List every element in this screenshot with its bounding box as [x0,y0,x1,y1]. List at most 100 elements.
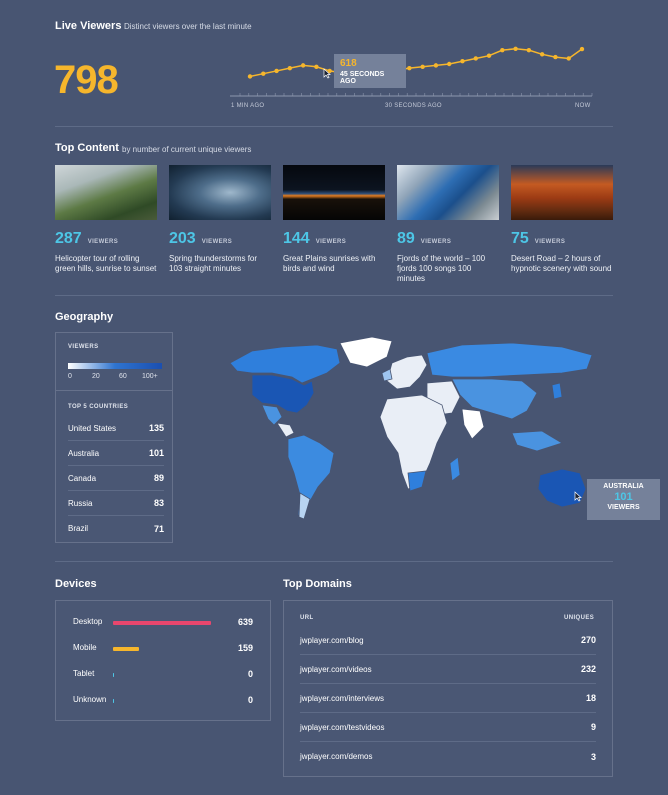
tooltip-value: 618 [340,58,357,69]
live-viewers-chart[interactable] [230,36,595,101]
section-divider [55,561,613,562]
live-viewers-title: Live Viewers [55,20,122,32]
map-region-indonesia[interactable] [511,430,563,452]
country-value: 89 [153,473,164,483]
chart-point[interactable] [513,46,518,51]
content-card[interactable]: 203 VIEWERS Spring thunderstorms for 103 … [169,165,271,274]
map-region-mexico[interactable] [261,404,283,426]
chart-point[interactable] [407,65,412,71]
map-region-central-america[interactable] [276,422,295,438]
content-thumbnail[interactable] [55,165,157,220]
domain-row[interactable]: jwplayer.com/blog 270 [300,626,596,655]
map-region-brazil[interactable] [287,434,335,518]
chart-point[interactable] [486,53,492,58]
country-value: 135 [148,423,164,433]
chart-point[interactable] [460,59,465,64]
domain-url[interactable]: jwplayer.com/interviews [300,694,384,703]
domain-url[interactable]: jwplayer.com/demos [300,752,372,761]
content-title[interactable]: Desert Road – 2 hours of hypnotic scener… [511,254,613,274]
device-bar [113,647,140,651]
content-card[interactable]: 287 VIEWERS Helicopter tour of rolling gr… [55,165,157,274]
content-thumbnail[interactable] [283,165,385,220]
content-viewer-count: 89 [397,230,415,247]
content-title[interactable]: Fjords of the world – 100 fjords 100 son… [397,254,499,284]
country-name: Russia [68,498,93,508]
country-row[interactable]: United States 135 [68,416,164,441]
chart-point[interactable] [447,61,452,67]
map-region-south-africa[interactable] [407,470,427,492]
country-row[interactable]: Russia 83 [68,491,164,516]
chart-point[interactable] [287,65,293,71]
content-card[interactable]: 75 VIEWERS Desert Road – 2 hours of hypno… [511,165,613,274]
live-viewers-subtitle: Distinct viewers over the last minute [124,22,252,31]
chart-point[interactable] [300,63,306,68]
content-thumbnail[interactable] [511,165,613,220]
tooltip-label: VIEWERS [607,504,640,511]
section-divider [55,295,613,296]
chart-point[interactable] [526,47,532,53]
content-viewer-count: 287 [55,230,82,247]
domain-value: 18 [585,693,596,703]
chart-series-line [249,48,583,78]
map-region-japan[interactable] [551,382,563,400]
domain-url[interactable]: jwplayer.com/videos [300,665,372,674]
content-thumbnail[interactable] [397,165,499,220]
map-region-madagascar[interactable] [449,456,461,482]
geography-title: Geography [55,311,114,323]
chart-point[interactable] [473,56,478,61]
section-divider [55,126,613,127]
chart-point[interactable] [579,46,585,52]
device-bar [113,673,114,677]
device-name: Tablet [73,669,95,678]
chart-point[interactable] [553,54,558,60]
content-thumbnail[interactable] [169,165,271,220]
map-region-uk[interactable] [381,368,393,382]
country-name: United States [68,423,117,433]
chart-point[interactable] [247,74,253,79]
chart-point[interactable] [274,68,279,74]
world-map[interactable] [222,333,612,533]
map-region-india[interactable] [461,408,485,440]
devices-panel: Desktop 639 Mobile 159 Tablet 0 Unknown 0 [55,600,271,721]
map-region-russia[interactable] [426,342,593,378]
top-content-title: Top Content [55,142,119,154]
domain-row[interactable]: jwplayer.com/demos 3 [300,742,596,771]
content-title[interactable]: Helicopter tour of rolling green hills, … [55,254,157,274]
legend-tick: 60 [119,373,127,380]
domain-row[interactable]: jwplayer.com/videos 232 [300,655,596,684]
top-countries-title: TOP 5 COUNTRIES [68,404,129,410]
chart-point[interactable] [314,64,319,69]
country-row[interactable]: Australia 101 [68,441,164,466]
chart-point[interactable] [500,47,505,53]
axis-label-end: NOW [575,103,591,109]
dashboard: Live Viewers Distinct viewers over the l… [0,0,668,795]
chart-point[interactable] [261,71,266,76]
chart-point[interactable] [539,52,545,57]
content-viewers-label: VIEWERS [420,239,452,245]
content-card[interactable]: 89 VIEWERS Fjords of the world – 100 fjor… [397,165,499,284]
device-value: 0 [247,669,253,679]
domain-row[interactable]: jwplayer.com/interviews 18 [300,684,596,713]
country-row[interactable]: Canada 89 [68,466,164,491]
chart-point[interactable] [433,63,439,68]
devices-title: Devices [55,578,97,590]
map-region-greenland[interactable] [339,336,393,368]
device-value: 639 [237,617,253,627]
domain-url[interactable]: jwplayer.com/blog [300,636,364,645]
map-region-europe[interactable] [386,354,428,390]
domain-row[interactable]: jwplayer.com/testvideos 9 [300,713,596,742]
content-title[interactable]: Spring thunderstorms for 103 straight mi… [169,254,271,274]
chart-point[interactable] [566,56,571,61]
content-title[interactable]: Great Plains sunrises with birds and win… [283,254,385,274]
legend-color-scale [68,363,162,369]
domain-url[interactable]: jwplayer.com/testvideos [300,723,384,732]
chart-point[interactable] [420,64,425,69]
content-viewers-label: VIEWERS [201,239,233,245]
device-bar [113,699,114,703]
device-name: Unknown [73,695,107,704]
legend-tick: 0 [68,373,72,380]
content-viewer-count: 203 [169,230,196,247]
domain-value: 232 [580,664,596,674]
country-row[interactable]: Brazil 71 [68,516,164,541]
content-card[interactable]: 144 VIEWERS Great Plains sunrises with bi… [283,165,385,274]
